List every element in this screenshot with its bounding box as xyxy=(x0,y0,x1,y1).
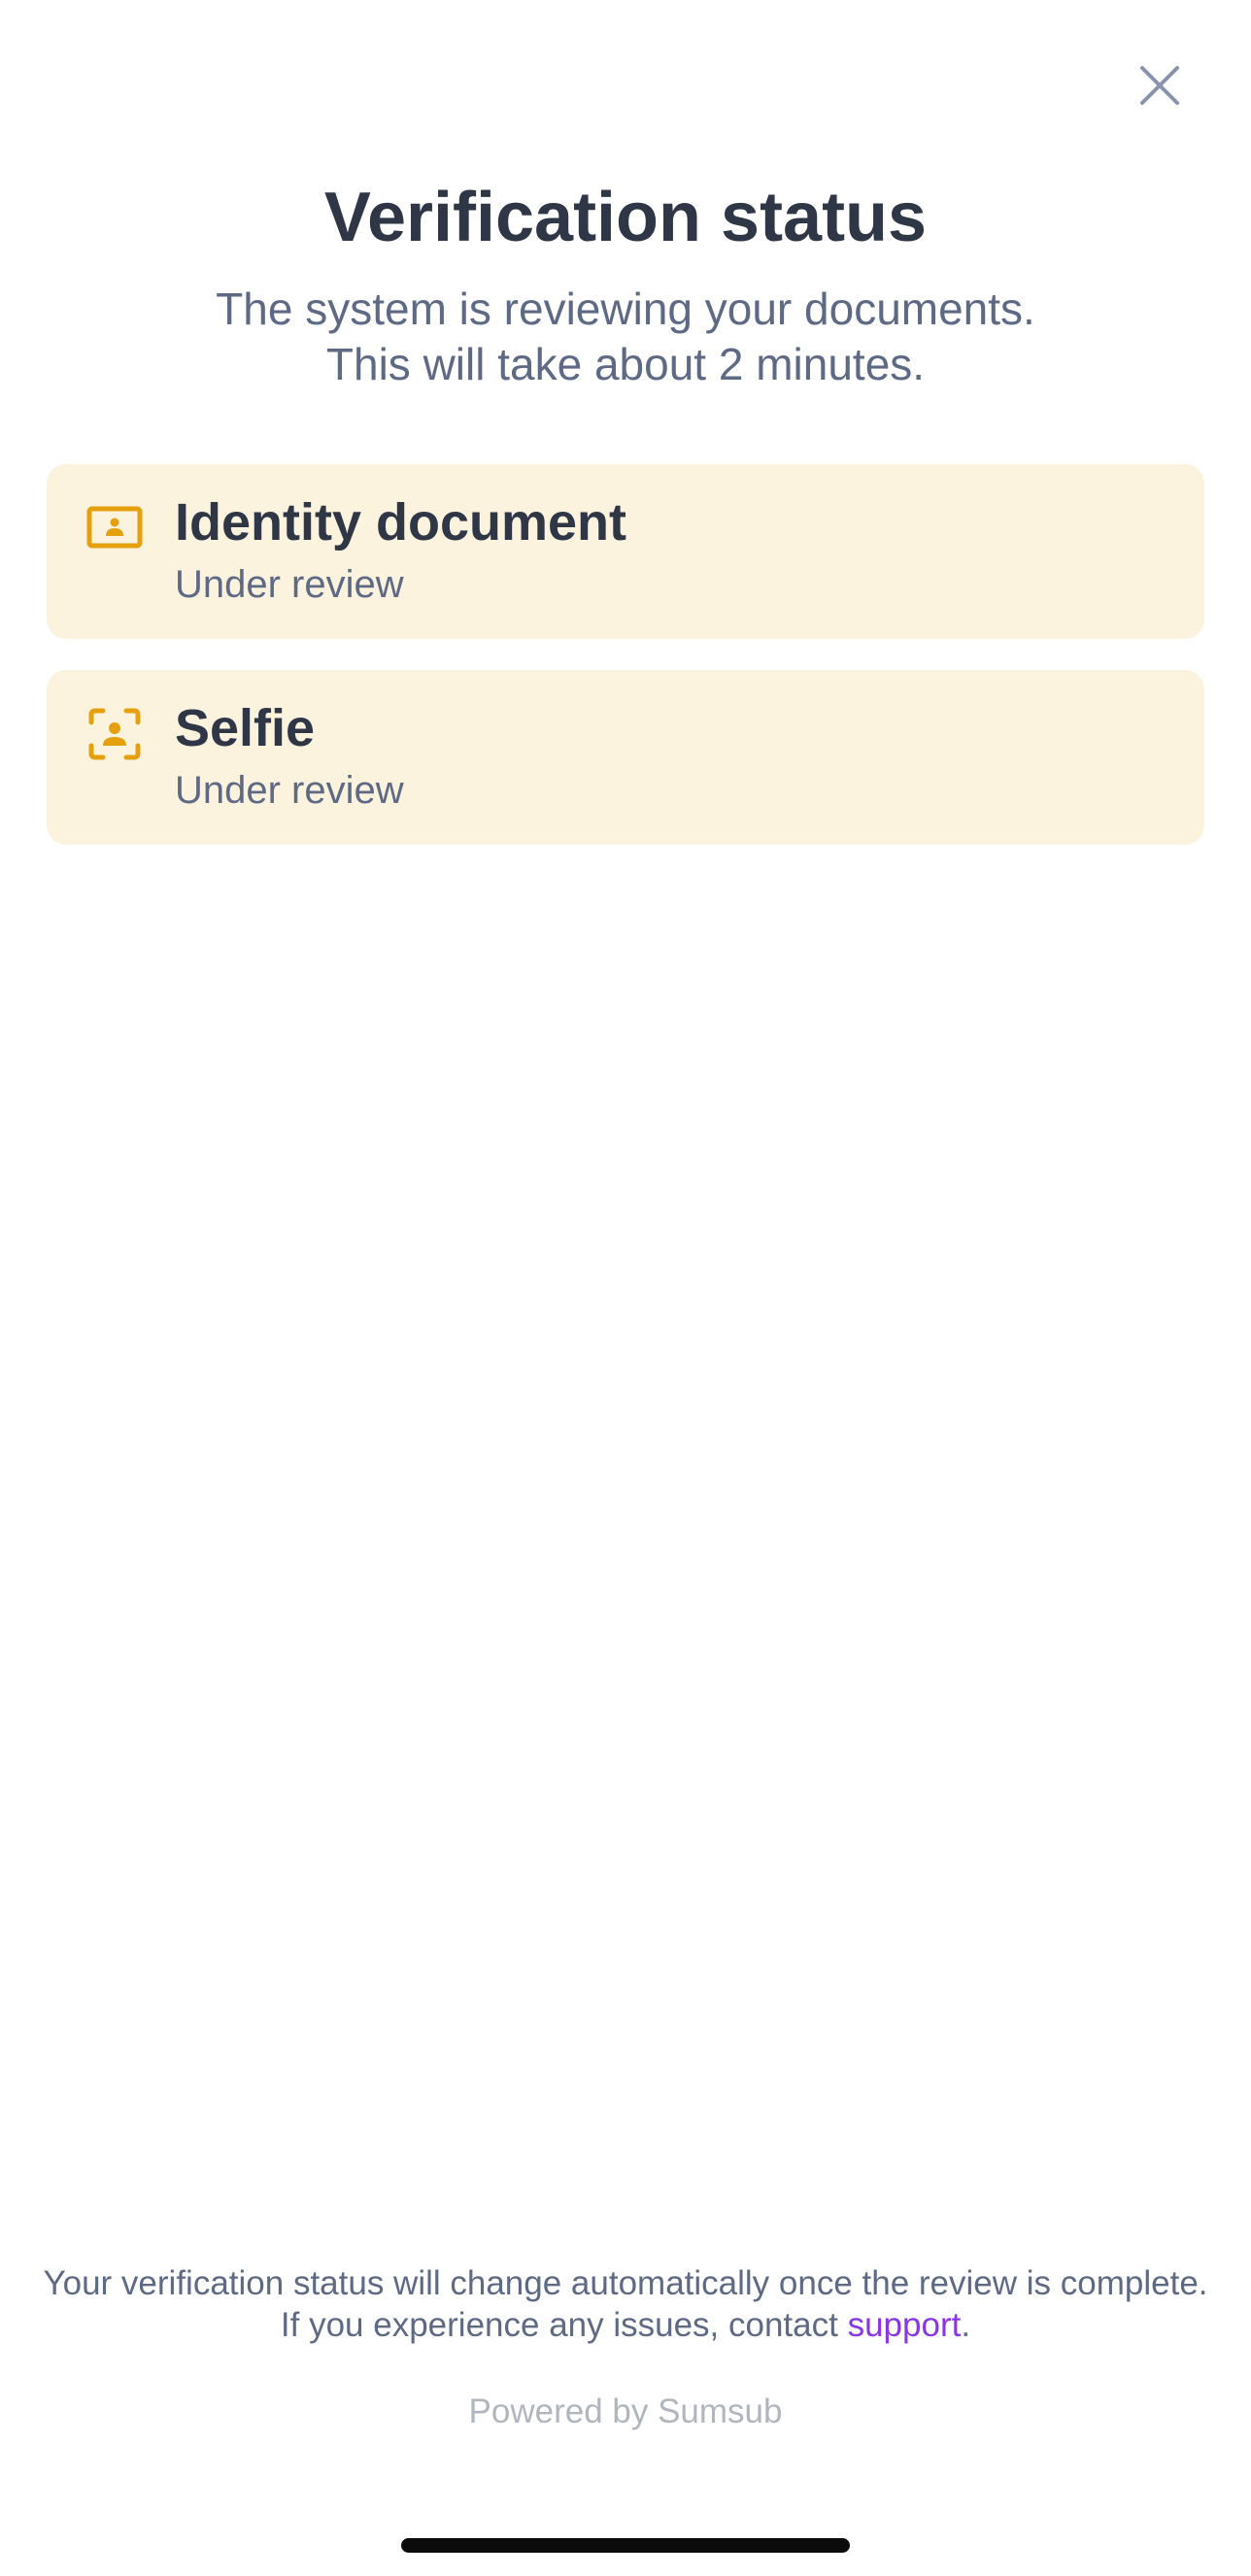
support-link[interactable]: support xyxy=(848,2306,962,2344)
selfie-card[interactable]: Selfie Under review xyxy=(47,670,1204,845)
close-icon xyxy=(1140,66,1179,105)
page-title: Verification status xyxy=(323,179,928,256)
review-info-text: Your verification status will change aut… xyxy=(43,2264,1208,2344)
face-scan-icon xyxy=(88,708,141,760)
review-info-period: . xyxy=(961,2306,971,2344)
review-info-note: Your verification status will change aut… xyxy=(39,2262,1212,2346)
identity-document-status: Under review xyxy=(175,563,404,606)
identity-document-card[interactable]: Identity document Under review xyxy=(47,464,1204,639)
identity-document-title: Identity document xyxy=(175,493,627,552)
id-card-icon xyxy=(86,506,143,549)
subtitle-line-2: This will take about 2 minutes. xyxy=(325,339,926,389)
powered-by-label: Powered by Sumsub xyxy=(468,2392,783,2430)
close-button[interactable] xyxy=(1129,54,1191,117)
subtitle-line-1: The system is reviewing your documents. xyxy=(216,284,1035,334)
page-subtitle: The system is reviewing your documents. … xyxy=(0,282,1251,392)
selfie-status: Under review xyxy=(175,769,404,812)
selfie-title: Selfie xyxy=(175,699,316,757)
home-indicator[interactable] xyxy=(401,2538,850,2553)
